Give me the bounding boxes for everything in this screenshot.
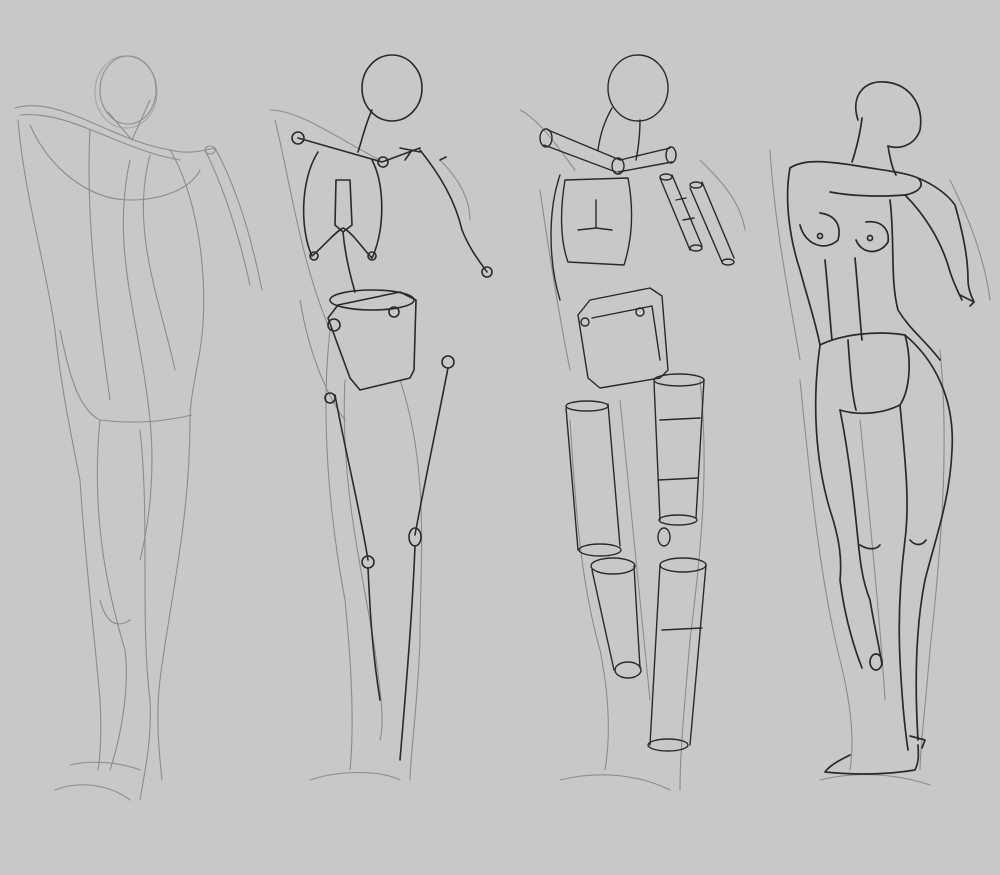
figure-drawing-sheet (0, 0, 1000, 875)
drawing-canvas (0, 0, 1000, 875)
paper-background (0, 0, 1000, 875)
